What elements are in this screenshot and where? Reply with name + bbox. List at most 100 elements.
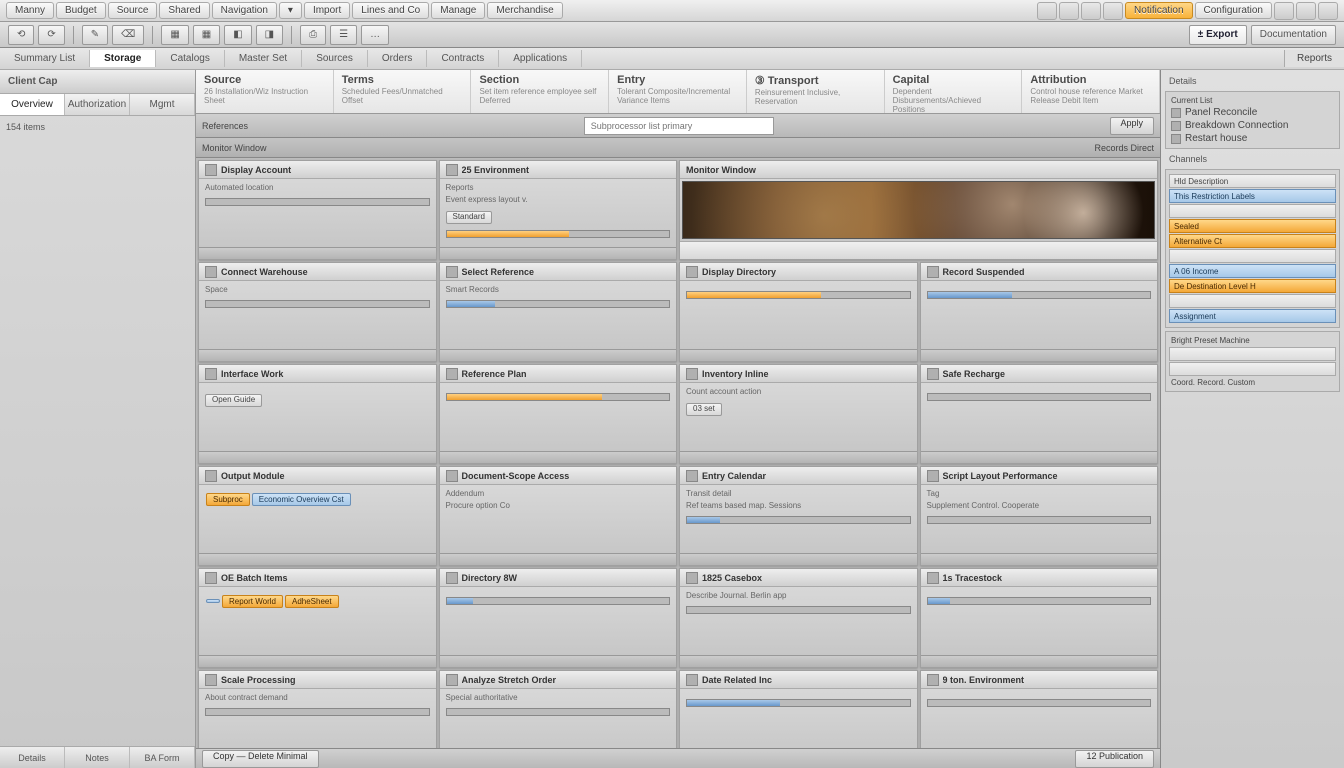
right-row[interactable] — [1169, 294, 1336, 308]
column-header[interactable]: CapitalDependent Disbursements/Achieved … — [885, 70, 1023, 113]
toolbar-icon[interactable] — [1037, 2, 1057, 20]
window-control-icon[interactable] — [1274, 2, 1294, 20]
grid-button[interactable]: ▦ — [161, 25, 188, 45]
right-item[interactable]: Panel Reconcile — [1169, 106, 1336, 119]
card-button[interactable]: Standard — [446, 211, 492, 224]
left-tab-mgmt[interactable]: Mgmt — [130, 94, 195, 115]
toolbar-icon[interactable] — [1081, 2, 1101, 20]
left-footer-tab[interactable]: BA Form — [130, 747, 195, 768]
card-button[interactable]: Open Guide — [205, 394, 262, 407]
right-row[interactable] — [1169, 347, 1336, 361]
card[interactable]: Script Layout PerformanceTagSupplement C… — [920, 466, 1159, 566]
card[interactable]: Connect WarehouseSpace — [198, 262, 437, 362]
card-button[interactable]: 03 set — [686, 403, 722, 416]
card[interactable]: 9 ton. Environment — [920, 670, 1159, 748]
card[interactable]: Display AccountAutomated location — [198, 160, 437, 260]
menu-item-9[interactable]: Merchandise — [487, 2, 562, 19]
menu-item-8[interactable]: Manage — [431, 2, 485, 19]
context-tab[interactable]: Catalogs — [156, 50, 224, 67]
right-row[interactable]: Sealed — [1169, 219, 1336, 233]
notifications-button[interactable]: Notification — [1125, 2, 1192, 19]
undo-button[interactable]: ⟲ — [8, 25, 34, 45]
right-row[interactable]: This Restriction Labels — [1169, 189, 1336, 203]
column-header[interactable]: ③ TransportReinsurement Inclusive, Reser… — [747, 70, 885, 113]
documentation-button[interactable]: Documentation — [1251, 25, 1336, 45]
right-row[interactable]: Hld Description — [1169, 174, 1336, 188]
card[interactable]: Analyze Stretch OrderSpecial authoritati… — [439, 670, 678, 748]
export-button[interactable]: ± Export — [1189, 25, 1247, 45]
left-footer-tab[interactable]: Details — [0, 747, 65, 768]
menu-item-6[interactable]: Import — [304, 2, 350, 19]
left-tab-overview[interactable]: Overview — [0, 94, 65, 115]
column-header[interactable]: AttributionControl house reference Marke… — [1022, 70, 1160, 113]
card[interactable]: Reference Plan — [439, 364, 678, 464]
card[interactable]: Document-Scope AccessAddendumProcure opt… — [439, 466, 678, 566]
context-tab[interactable]: Applications — [499, 50, 582, 67]
card[interactable]: 25 EnvironmentReportsEvent express layou… — [439, 160, 678, 260]
card[interactable]: Record Suspended — [920, 262, 1159, 362]
print-button[interactable]: ⎙ — [300, 25, 326, 45]
window-control-icon[interactable] — [1318, 2, 1338, 20]
menu-item-7[interactable]: Lines and Co — [352, 2, 429, 19]
grid2-button[interactable]: ▦ — [193, 25, 220, 45]
card[interactable]: Interface WorkOpen Guide — [198, 364, 437, 464]
menu-item-1[interactable]: Budget — [56, 2, 106, 19]
context-tab[interactable]: Sources — [302, 50, 368, 67]
column-header[interactable]: EntryTolerant Composite/Incremental Vari… — [609, 70, 747, 113]
card[interactable]: Display Directory — [679, 262, 918, 362]
copy-button[interactable]: Copy — Delete Minimal — [202, 750, 319, 768]
context-tab[interactable]: Orders — [368, 50, 428, 67]
card-badge[interactable]: Subproc — [206, 493, 250, 506]
reports-tab[interactable]: Reports — [1284, 50, 1344, 67]
menu-dropdown-icon[interactable]: ▾ — [279, 2, 302, 19]
configuration-button[interactable]: Configuration — [1195, 2, 1272, 19]
redo-button[interactable]: ⟳ — [38, 25, 64, 45]
right-row[interactable] — [1169, 249, 1336, 263]
publication-button[interactable]: 12 Publication — [1075, 750, 1154, 768]
card[interactable]: 1825 CaseboxDescribe Journal. Berlin app — [679, 568, 918, 668]
card[interactable]: Entry CalendarTransit detailRef teams ba… — [679, 466, 918, 566]
right-row[interactable]: Assignment — [1169, 309, 1336, 323]
card-badge[interactable]: Report World — [222, 595, 283, 608]
card[interactable]: Safe Recharge — [920, 364, 1159, 464]
context-tab[interactable]: Summary List — [0, 50, 90, 67]
right-row[interactable]: A 06 Income — [1169, 264, 1336, 278]
context-tab[interactable]: Contracts — [427, 50, 499, 67]
column-header[interactable]: TermsScheduled Fees/Unmatched Offset — [334, 70, 472, 113]
list-button[interactable]: ☰ — [330, 25, 357, 45]
toolbar-icon[interactable] — [1103, 2, 1123, 20]
left-tab-auth[interactable]: Authorization — [65, 94, 130, 115]
card[interactable]: Scale ProcessingAbout contract demand — [198, 670, 437, 748]
filter-apply-button[interactable]: Apply — [1110, 117, 1155, 135]
right-row[interactable] — [1169, 204, 1336, 218]
more-button[interactable]: … — [361, 25, 389, 45]
edit-button[interactable]: ✎ — [82, 25, 108, 45]
card[interactable]: Select ReferenceSmart Records — [439, 262, 678, 362]
card[interactable]: Inventory InlineCount account action03 s… — [679, 364, 918, 464]
left-footer-tab[interactable]: Notes — [65, 747, 130, 768]
window-control-icon[interactable] — [1296, 2, 1316, 20]
card[interactable]: Directory 8W — [439, 568, 678, 668]
card-badge[interactable]: AdheSheet — [285, 595, 339, 608]
context-tab[interactable]: Storage — [90, 50, 156, 67]
right-item[interactable]: Restart house — [1169, 132, 1336, 145]
right-row[interactable]: De Destination Level H — [1169, 279, 1336, 293]
menu-item-3[interactable]: Shared — [159, 2, 209, 19]
menu-item-2[interactable]: Source — [108, 2, 158, 19]
panel-left-button[interactable]: ◧ — [224, 25, 251, 45]
preview-card[interactable]: Monitor Window — [679, 160, 1158, 260]
right-row[interactable]: Alternative Ct — [1169, 234, 1336, 248]
card[interactable]: 1s Tracestock — [920, 568, 1159, 668]
card[interactable]: Date Related Inc — [679, 670, 918, 748]
card-badge[interactable] — [206, 599, 220, 603]
column-header[interactable]: Source26 Installation/Wiz Instruction Sh… — [196, 70, 334, 113]
panel-right-button[interactable]: ◨ — [256, 25, 283, 45]
filter-input[interactable] — [584, 117, 774, 135]
menu-item-4[interactable]: Navigation — [212, 2, 277, 19]
right-row[interactable] — [1169, 362, 1336, 376]
delete-button[interactable]: ⌫ — [112, 25, 144, 45]
right-item[interactable]: Breakdown Connection — [1169, 119, 1336, 132]
card[interactable]: OE Batch ItemsReport WorldAdheSheet — [198, 568, 437, 668]
toolbar-icon[interactable] — [1059, 2, 1079, 20]
card-badge[interactable]: Economic Overview Cst — [252, 493, 351, 506]
